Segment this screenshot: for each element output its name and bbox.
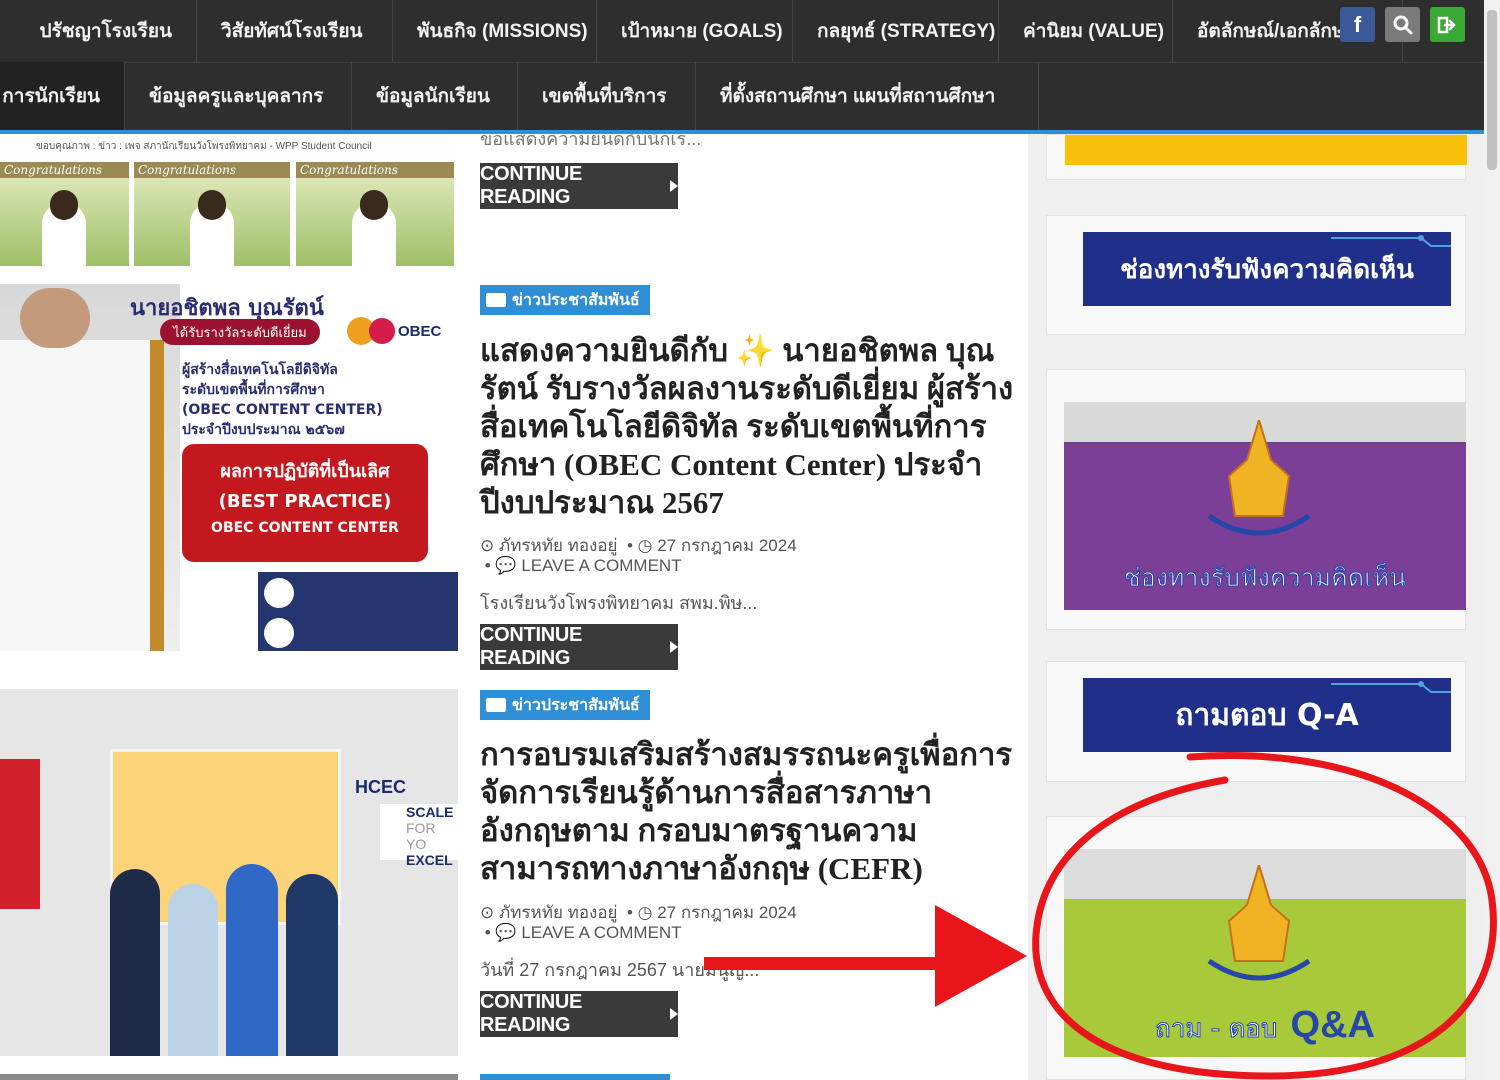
login-icon[interactable] <box>1430 7 1465 42</box>
award-description: ผู้สร้างสื่อเทคโนโลยีดิจิทัล ระดับเขตพื้… <box>182 362 383 438</box>
author-icon: ⊙ <box>480 536 495 555</box>
post-date: 27 กรกฎาคม 2024 <box>657 536 797 555</box>
post-meta: ⊙ ภัทรหทัย ทองอยู่ • ◷ 27 กรกฎาคม 2024 •… <box>480 903 797 942</box>
congrats-card: Congratulations <box>0 162 129 266</box>
congrats-card: Congratulations <box>134 162 290 266</box>
folder-icon <box>486 293 506 307</box>
nav-item-value[interactable]: ค่านิยม (VALUE) <box>999 0 1173 62</box>
comment-icon: 💬 <box>495 923 517 942</box>
award-ribbon: ได้รับรางวัลระดับดีเยี่ยม <box>160 319 320 345</box>
nav-item-location-map[interactable]: ที่ตั้งสถานศึกษา แผนที่สถานศึกษา <box>696 62 1039 130</box>
post-author[interactable]: ภัทรหทัย ทองอยู่ <box>499 536 618 555</box>
thumbnail-credit: ขอบคุณภาพ : ข่าว : เพจ สภานักเรียนวังโพร… <box>36 141 372 152</box>
sidebar-widget-top <box>1046 134 1467 180</box>
next-post-thumbnail[interactable] <box>0 1074 458 1080</box>
post-category-badge[interactable]: ข่าวประชาสัมพันธ์ <box>480 285 650 315</box>
continue-reading-button[interactable]: CONTINUE READING <box>480 624 678 670</box>
page-scrollbar[interactable] <box>1484 0 1500 1080</box>
leave-comment-link[interactable]: LEAVE A COMMENT <box>521 923 681 942</box>
hcec-logo: HCEC <box>355 777 407 797</box>
scrollbar-thumb[interactable] <box>1487 10 1497 170</box>
main-navbar: ปรัชญาโรงเรียน วิสัยทัศน์โรงเรียน พันธกิ… <box>0 0 1484 134</box>
yellow-banner[interactable] <box>1065 135 1467 165</box>
wall-red-accent <box>0 759 40 909</box>
sidebar-widget-qa: ถามตอบ Q-A <box>1046 661 1466 782</box>
qa-banner[interactable]: ถาม - ตอบ Q&A <box>1064 849 1466 1057</box>
sidebar: ช่องทางรับฟังความคิดเห็น ช่องทางรับฟังคว… <box>1028 134 1484 1080</box>
group-photo <box>80 859 380 1056</box>
best-practice-box: ผลการปฏิบัติที่เป็นเลิศ (BEST PRACTICE) … <box>182 444 428 562</box>
nav-row-1: ปรัชญาโรงเรียน วิสัยทัศน์โรงเรียน พันธกิ… <box>0 0 1484 63</box>
school-emblem-icon <box>1199 861 1319 1005</box>
comment-icon: 💬 <box>495 556 517 575</box>
nav-row-2: การนักเรียน ข้อมูลครูและบุคลากร ข้อมูลนั… <box>0 62 1484 130</box>
post-title[interactable]: แสดงความยินดีกับ ✨ นายอชิตพล บุณรัตน์ รั… <box>480 332 1015 522</box>
continue-reading-button[interactable]: CONTINUE READING <box>480 991 678 1037</box>
arrow-right-icon <box>670 1008 678 1020</box>
student-photo <box>0 284 180 651</box>
sidebar-widget-feedback-logo: ช่องทางรับฟังความคิดเห็น <box>1046 369 1466 630</box>
nav-item-student-affairs[interactable]: การนักเรียน <box>0 62 125 130</box>
arrow-right-icon <box>670 180 678 192</box>
obec-logo: OBEC <box>345 314 453 348</box>
nav-item-missions[interactable]: พันธกิจ (MISSIONS) <box>393 0 597 62</box>
next-post-category[interactable] <box>480 1074 670 1080</box>
clock-icon: ◷ <box>637 536 653 555</box>
arrow-right-icon <box>670 641 678 653</box>
nav-item-service-area[interactable]: เขตพื้นที่บริการ <box>518 62 696 130</box>
qa-banner-label: ถาม - ตอบ Q&A <box>1155 1004 1375 1046</box>
nav-item-goals[interactable]: เป้าหมาย (GOALS) <box>597 0 793 62</box>
navbar-accent-line <box>0 130 1484 134</box>
sidebar-widget-feedback: ช่องทางรับฟังความคิดเห็น <box>1046 215 1466 335</box>
search-icon[interactable] <box>1385 7 1420 42</box>
post-meta: ⊙ ภัทรหทัย ทองอยู่ • ◷ 27 กรกฎาคม 2024 •… <box>480 536 797 575</box>
leave-comment-link[interactable]: LEAVE A COMMENT <box>521 556 681 575</box>
post-category-badge[interactable]: ข่าวประชาสัมพันธ์ <box>480 690 650 720</box>
feedback-channel-label: ช่องทางรับฟังความคิดเห็น <box>1123 563 1407 593</box>
school-emblem-icon <box>1199 416 1319 560</box>
congrats-card: Congratulations <box>296 162 454 266</box>
sidebar-widget-qa-logo: ถาม - ตอบ Q&A <box>1046 816 1466 1080</box>
scale-poster: SCALE FOR YO EXCEL <box>380 804 458 868</box>
qa-title-banner[interactable]: ถามตอบ Q-A <box>1083 678 1451 752</box>
post-excerpt: วันที่ 27 กรกฎาคม 2567 นายมนูญ... <box>480 960 760 980</box>
post-title[interactable]: การอบรมเสริมสร้างสมรรถนะครูเพื่อการจัดกา… <box>480 736 1015 888</box>
feedback-title-banner[interactable]: ช่องทางรับฟังความคิดเห็น <box>1083 232 1451 306</box>
post-author[interactable]: ภัทรหทัย ทองอยู่ <box>499 903 618 922</box>
feedback-channel-banner[interactable]: ช่องทางรับฟังความคิดเห็น <box>1064 402 1466 610</box>
folder-icon <box>486 698 506 712</box>
nav-item-students[interactable]: ข้อมูลนักเรียน <box>352 62 518 130</box>
continue-reading-button[interactable]: CONTINUE READING <box>480 163 678 209</box>
nav-item-strategy[interactable]: กลยุทธ์ (STRATEGY) <box>793 0 999 62</box>
post-thumbnail-obec[interactable]: นายอชิตพล บุณรัตน์ ได้รับรางวัลระดับดีเย… <box>0 284 458 651</box>
post-excerpt: โรงเรียนวังโพรงพิทยาคม สพม.พิษ... <box>480 593 758 613</box>
author-icon: ⊙ <box>480 903 495 922</box>
nav-item-teachers[interactable]: ข้อมูลครูและบุคลากร <box>125 62 352 130</box>
nav-item-vision[interactable]: วิสัยทัศน์โรงเรียน <box>197 0 393 62</box>
post-thumbnail-congrats[interactable]: ขอบคุณภาพ : ข่าว : เพจ สภานักเรียนวังโพร… <box>0 134 454 266</box>
post-date: 27 กรกฎาคม 2024 <box>657 903 797 922</box>
nav-item-philosophy[interactable]: ปรัชญาโรงเรียน <box>0 0 197 62</box>
facebook-icon[interactable]: f <box>1340 7 1375 42</box>
clock-icon: ◷ <box>637 903 653 922</box>
contact-panel <box>258 572 458 651</box>
post-thumbnail-cefr[interactable]: HCEC SCALE FOR YO EXCEL <box>0 689 458 1056</box>
